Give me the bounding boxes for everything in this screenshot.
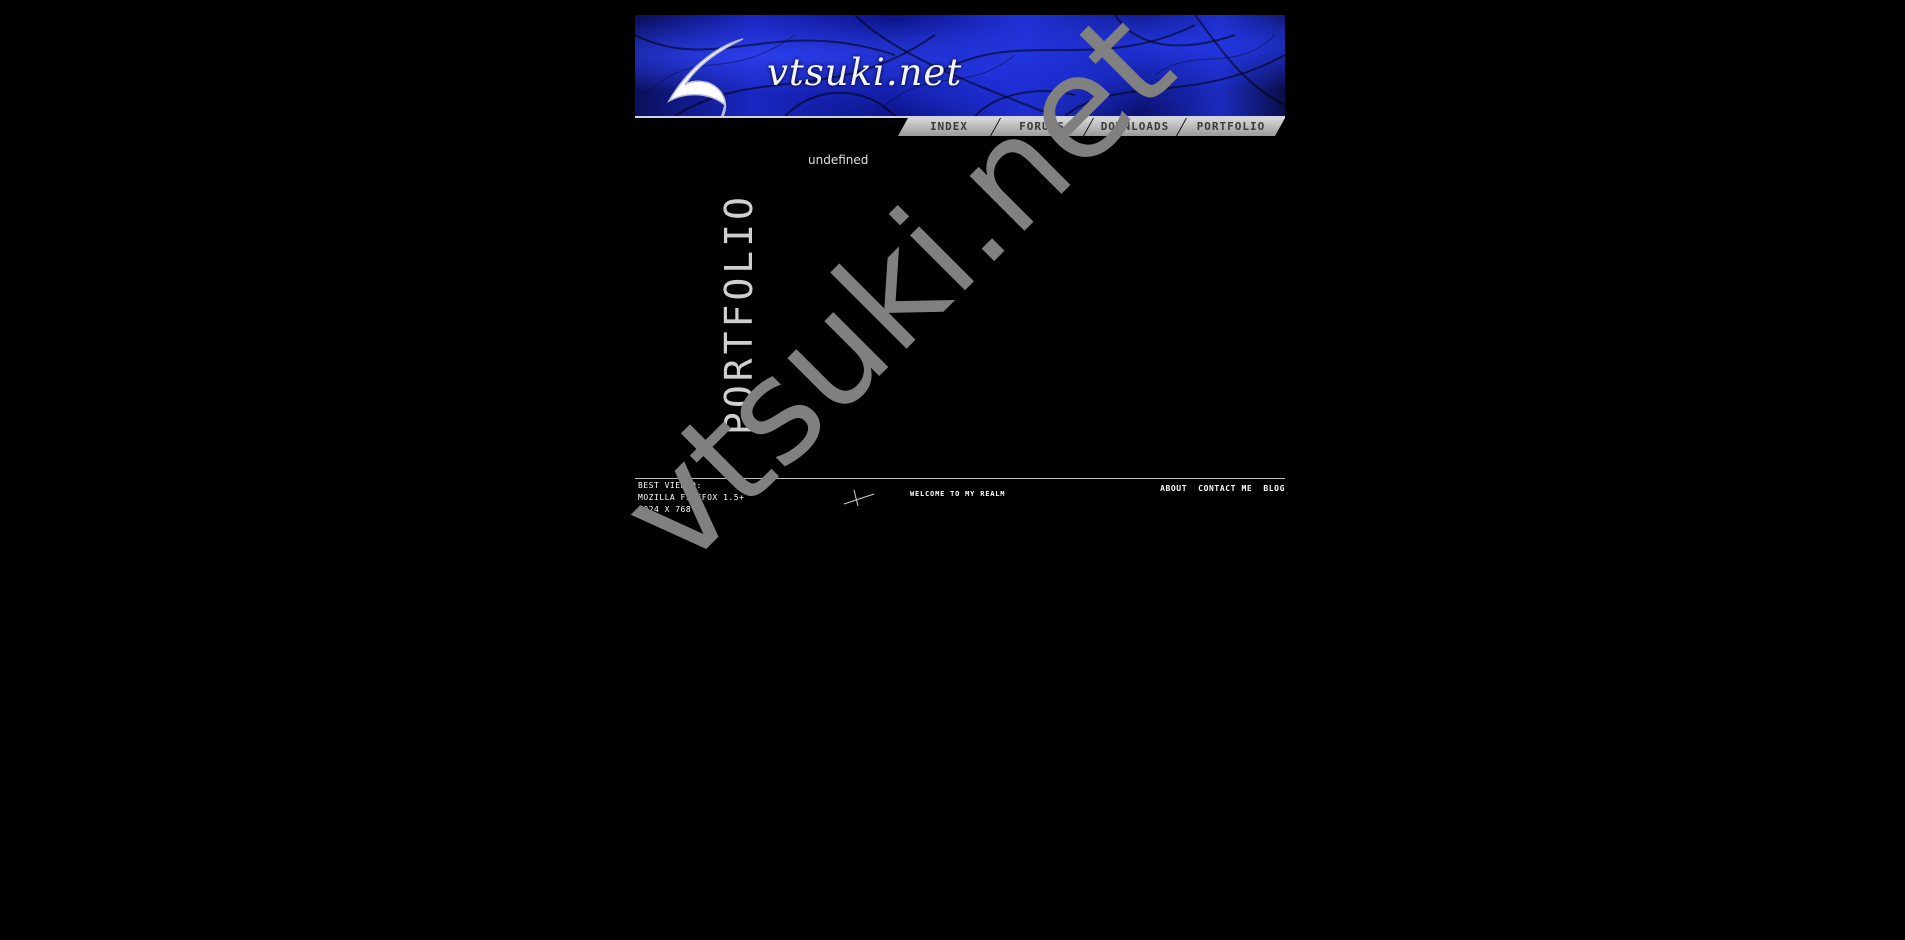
footer-link-blog[interactable]: Blog xyxy=(1263,484,1285,493)
footer-divider xyxy=(635,478,1285,479)
best-viewed-note: Best viewed: Mozilla Firefox 1.5+ 1024 x… xyxy=(638,480,744,516)
site-title[interactable]: vtsuki.net xyxy=(767,51,962,94)
best-viewed-resolution: 1024 x 768 xyxy=(638,505,692,514)
welcome-text: Welcome to my realm xyxy=(910,490,1006,498)
header-divider xyxy=(635,116,1285,118)
tab-index[interactable]: Index xyxy=(898,118,1000,136)
footer-link-contact[interactable]: Contact me xyxy=(1198,484,1252,493)
crescent-moon-icon xyxy=(667,38,744,116)
tab-downloads[interactable]: Downloads xyxy=(1084,118,1186,136)
content-text: undefined xyxy=(808,153,869,167)
brush-stroke-icon xyxy=(843,489,875,507)
footer-links: About Contact me Blog xyxy=(1160,484,1285,493)
best-viewed-browser: Mozilla Firefox 1.5+ xyxy=(638,493,745,502)
header-banner: vtsuki.net xyxy=(635,15,1285,116)
page: vtsuki.net Index Forums Downloads Portfo… xyxy=(0,0,1905,940)
tab-forums[interactable]: Forums xyxy=(991,118,1093,136)
section-heading: Portfolio xyxy=(717,193,761,435)
tab-portfolio[interactable]: Portfolio xyxy=(1177,118,1285,136)
footer-link-about[interactable]: About xyxy=(1160,484,1187,493)
best-viewed-label: Best viewed: xyxy=(638,481,702,490)
